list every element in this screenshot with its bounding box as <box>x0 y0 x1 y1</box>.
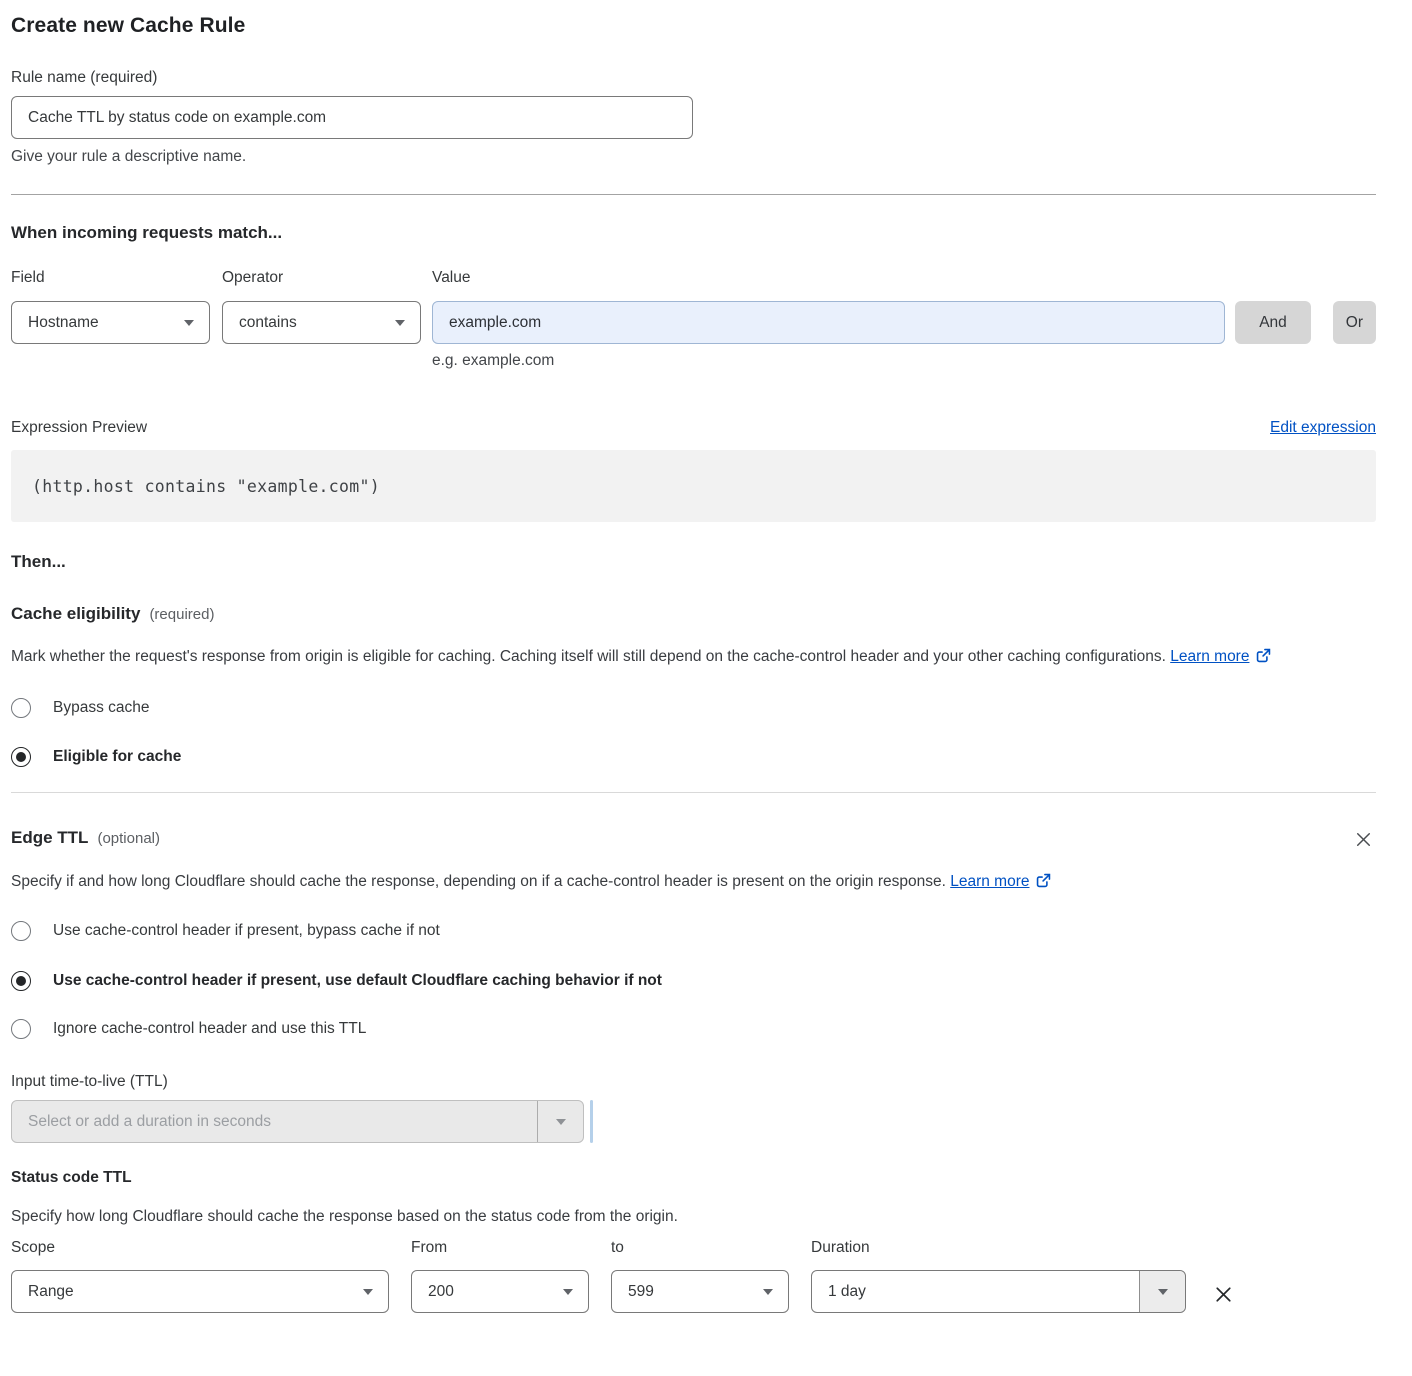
radio-label: Bypass cache <box>53 699 150 717</box>
learn-more-label: Learn more <box>950 873 1029 890</box>
duration-label: Duration <box>811 1238 1186 1257</box>
radio-use-header-default[interactable]: Use cache-control header if present, use… <box>11 971 1376 991</box>
external-link-icon <box>1035 871 1052 899</box>
radio-eligible-for-cache[interactable]: Eligible for cache <box>11 747 1376 767</box>
to-select-value: 599 <box>628 1283 654 1301</box>
remove-icon <box>1212 1283 1235 1306</box>
rule-name-input[interactable] <box>11 96 693 139</box>
status-code-ttl-heading: Status code TTL <box>11 1169 1376 1187</box>
radio-bypass-cache[interactable]: Bypass cache <box>11 698 1376 718</box>
field-select[interactable]: Hostname <box>11 301 210 344</box>
operator-select-value: contains <box>239 314 297 332</box>
cache-eligibility-description: Mark whether the request's response from… <box>11 643 1356 674</box>
radio-label: Use cache-control header if present, use… <box>53 972 662 990</box>
radio-label: Eligible for cache <box>53 748 181 766</box>
and-button[interactable]: And <box>1235 301 1311 344</box>
match-heading: When incoming requests match... <box>11 222 1376 243</box>
value-help: e.g. example.com <box>432 351 1225 370</box>
from-label: From <box>411 1238 589 1257</box>
dropdown-arrow-button[interactable] <box>1139 1271 1185 1312</box>
edit-expression-link[interactable]: Edit expression <box>1270 419 1376 437</box>
edge-ttl-learn-more-link[interactable]: Learn more <box>950 873 1052 890</box>
chevron-down-icon <box>1158 1289 1168 1295</box>
edge-ttl-heading: Edge TTL <box>11 828 88 847</box>
to-label: to <box>611 1238 789 1257</box>
match-builder-row: Field Hostname Operator contains Value e… <box>11 268 1376 370</box>
value-input[interactable] <box>432 301 1225 344</box>
from-select-value: 200 <box>428 1283 454 1301</box>
value-label: Value <box>432 268 1225 287</box>
chevron-down-icon <box>763 1289 773 1295</box>
cache-eligibility-learn-more-link[interactable]: Learn more <box>1170 648 1272 665</box>
chevron-down-icon <box>556 1119 566 1125</box>
optional-tag: (optional) <box>97 830 160 847</box>
close-edge-ttl-button[interactable] <box>1351 827 1376 852</box>
scope-select[interactable]: Range <box>11 1270 389 1313</box>
section-divider <box>11 792 1376 793</box>
external-link-icon <box>1255 646 1272 674</box>
edge-ttl-description-text: Specify if and how long Cloudflare shoul… <box>11 873 946 890</box>
radio-circle-checked-icon[interactable] <box>11 971 31 991</box>
field-label: Field <box>11 268 210 287</box>
focus-indicator-bar <box>590 1100 593 1143</box>
radio-circle-checked-icon[interactable] <box>11 747 31 767</box>
create-cache-rule-form: Create new Cache Rule Rule name (require… <box>0 0 1412 1313</box>
then-heading: Then... <box>11 551 1376 572</box>
edge-ttl-description: Specify if and how long Cloudflare shoul… <box>11 868 1356 899</box>
required-tag: (required) <box>149 606 214 623</box>
radio-label: Ignore cache-control header and use this… <box>53 1020 366 1038</box>
duration-select[interactable]: 1 day <box>811 1270 1186 1313</box>
radio-label: Use cache-control header if present, byp… <box>53 922 440 940</box>
radio-circle-icon[interactable] <box>11 921 31 941</box>
status-code-ttl-row: Scope Range From 200 to 599 Duration 1 d… <box>11 1238 1376 1313</box>
field-select-value: Hostname <box>28 314 99 332</box>
chevron-down-icon <box>363 1289 373 1295</box>
ttl-input-label: Input time-to-live (TTL) <box>11 1072 1376 1091</box>
chevron-down-icon <box>184 320 194 326</box>
close-icon <box>1353 829 1374 850</box>
radio-use-header-bypass[interactable]: Use cache-control header if present, byp… <box>11 921 1376 941</box>
ttl-duration-placeholder: Select or add a duration in seconds <box>12 1101 537 1142</box>
radio-circle-icon[interactable] <box>11 698 31 718</box>
dropdown-arrow-button[interactable] <box>537 1101 583 1142</box>
ttl-duration-select[interactable]: Select or add a duration in seconds <box>11 1100 584 1143</box>
duration-select-value: 1 day <box>812 1271 1139 1312</box>
status-code-ttl-description: Specify how long Cloudflare should cache… <box>11 1208 1376 1226</box>
cache-eligibility-heading: Cache eligibility <box>11 604 140 623</box>
operator-label: Operator <box>222 268 421 287</box>
rule-name-label: Rule name (required) <box>11 68 1376 87</box>
expression-code-block: (http.host contains "example.com") <box>11 450 1376 522</box>
to-select[interactable]: 599 <box>611 1270 789 1313</box>
chevron-down-icon <box>563 1289 573 1295</box>
radio-ignore-header[interactable]: Ignore cache-control header and use this… <box>11 1019 1376 1039</box>
scope-select-value: Range <box>28 1283 74 1301</box>
expression-code: (http.host contains "example.com") <box>32 477 380 496</box>
rule-name-help: Give your rule a descriptive name. <box>11 147 1376 166</box>
operator-select[interactable]: contains <box>222 301 421 344</box>
learn-more-label: Learn more <box>1170 648 1249 665</box>
or-button[interactable]: Or <box>1333 301 1376 344</box>
section-divider <box>11 194 1376 195</box>
scope-label: Scope <box>11 1238 389 1257</box>
radio-circle-icon[interactable] <box>11 1019 31 1039</box>
from-select[interactable]: 200 <box>411 1270 589 1313</box>
cache-eligibility-description-text: Mark whether the request's response from… <box>11 648 1166 665</box>
remove-status-ttl-row-button[interactable] <box>1210 1281 1237 1308</box>
page-title: Create new Cache Rule <box>11 14 1376 38</box>
chevron-down-icon <box>395 320 405 326</box>
expression-preview-label: Expression Preview <box>11 418 147 437</box>
